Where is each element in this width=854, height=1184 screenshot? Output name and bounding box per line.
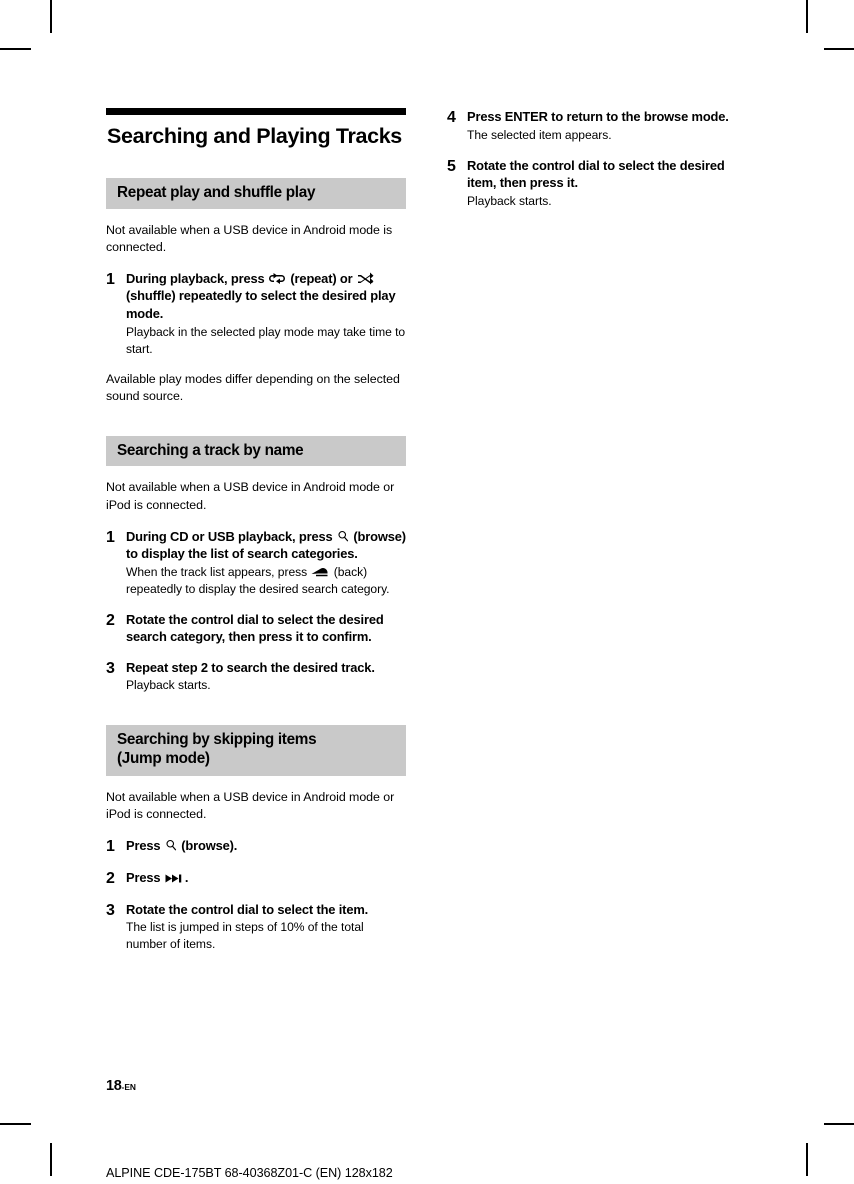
step-item: 1 During CD or USB playback, press (brow…	[106, 528, 406, 598]
step-text-fragment: .	[184, 869, 189, 885]
step-note: The list is jumped in steps of 10% of th…	[126, 920, 364, 952]
step-number: 1	[106, 270, 115, 288]
step-note: Playback in the selected play mode may t…	[126, 324, 406, 356]
section-outro-repeat-shuffle: Available play modes differ depending on…	[106, 371, 400, 404]
step-note: Playback starts.	[467, 193, 552, 208]
step-number: 2	[106, 611, 115, 629]
step-text-fragment: (shuffle) repeatedly to select the desir…	[126, 288, 396, 321]
step-text-fragment: Press	[126, 869, 164, 885]
browse-icon	[337, 530, 349, 543]
step-body: During playback, press (repeat) or (shuf…	[126, 270, 406, 358]
step-item: 1 During playback, press (repeat) or (sh…	[106, 270, 406, 358]
step-item: 3 Rotate the control dial to select the …	[106, 901, 406, 954]
step-text-fragment: When the track list appears, press	[126, 564, 311, 579]
step-title: Press .	[126, 869, 406, 887]
section-header-label: Searching by skipping items	[117, 730, 317, 748]
step-note: Playback starts.	[126, 678, 211, 693]
step-title: Rotate the control dial to select the it…	[126, 901, 369, 917]
browse-icon	[165, 839, 177, 852]
step-body: Rotate the control dial to select the de…	[467, 157, 747, 210]
right-column: 4 Press ENTER to return to the browse mo…	[447, 108, 747, 210]
step-text-fragment: Press	[126, 837, 164, 853]
step-item: 5 Rotate the control dial to select the …	[447, 157, 747, 210]
section-header-label: Repeat play and shuffle play	[117, 184, 316, 202]
page-title: Searching and Playing Tracks	[107, 124, 402, 148]
manual-page: Searching and Playing Tracks Repeat play…	[0, 0, 854, 1184]
step-number: 1	[106, 528, 115, 546]
step-body: Rotate the control dial to select the it…	[126, 901, 406, 954]
step-number: 4	[447, 109, 456, 126]
section-header-search-track-by-name: Searching a track by name	[106, 435, 406, 467]
page-number: 18-EN	[106, 1078, 136, 1094]
step-text-fragment: During playback, press	[126, 270, 268, 286]
skip-forward-icon	[165, 873, 184, 884]
step-title: Press ENTER to return to the browse mode…	[467, 109, 729, 124]
step-text-fragment: (browse).	[177, 837, 238, 853]
step-title: During CD or USB playback, press (browse…	[126, 528, 406, 563]
section-header-repeat-shuffle: Repeat play and shuffle play	[106, 178, 406, 209]
step-text-fragment: During CD or USB playback, press	[126, 528, 336, 544]
section-intro-search-track: Not available when a USB device in Andro…	[106, 480, 395, 513]
step-title: Rotate the control dial to select the de…	[467, 157, 725, 191]
step-body: Press .	[126, 869, 406, 888]
section-header-label-second-line: (Jump mode)	[117, 750, 210, 768]
step-number: 2	[106, 869, 115, 887]
page-number-value: 18	[106, 1078, 122, 1094]
step-number: 3	[106, 659, 115, 677]
step-note: The selected item appears.	[467, 127, 612, 142]
step-note: When the track list appears, press (back…	[126, 564, 406, 598]
section-intro-jump-mode: Not available when a USB device in Andro…	[106, 789, 395, 822]
footer-imprint: ALPINE CDE-175BT 68-40368Z01-C (EN) 128x…	[106, 1166, 393, 1180]
step-body: During CD or USB playback, press (browse…	[126, 528, 406, 598]
step-title: Rotate the control dial to select the de…	[126, 611, 384, 645]
step-title: Press (browse).	[126, 837, 406, 855]
step-text-fragment: (repeat) or	[286, 270, 356, 286]
step-item: 3 Repeat step 2 to search the desired tr…	[106, 659, 406, 695]
left-column: Searching and Playing Tracks Repeat play…	[106, 108, 406, 953]
section-header-label: Searching a track by name	[117, 441, 304, 459]
back-icon	[311, 567, 329, 578]
step-title: During playback, press (repeat) or (shuf…	[126, 270, 406, 323]
section-intro-repeat-shuffle: Not available when a USB device in Andro…	[106, 222, 393, 255]
step-body: Repeat step 2 to search the desired trac…	[126, 659, 406, 695]
step-number: 3	[106, 901, 115, 919]
section-header-jump-mode: Searching by skipping items (Jump mode)	[106, 724, 406, 776]
step-item: 2 Press .	[106, 869, 406, 888]
step-body: Rotate the control dial to select the de…	[126, 611, 406, 646]
step-item: 4 Press ENTER to return to the browse mo…	[447, 108, 747, 144]
step-number: 1	[106, 837, 115, 855]
step-number: 5	[447, 157, 456, 175]
step-title: Repeat step 2 to search the desired trac…	[126, 659, 375, 675]
step-item: 2 Rotate the control dial to select the …	[106, 611, 406, 646]
step-body: Press ENTER to return to the browse mode…	[467, 108, 747, 144]
page-number-suffix: -EN	[121, 1082, 136, 1092]
shuffle-icon	[357, 272, 374, 285]
repeat-icon	[268, 272, 286, 285]
chapter-title-rule	[106, 108, 406, 115]
step-body: Press (browse).	[126, 837, 406, 856]
step-item: 1 Press (browse).	[106, 837, 406, 856]
